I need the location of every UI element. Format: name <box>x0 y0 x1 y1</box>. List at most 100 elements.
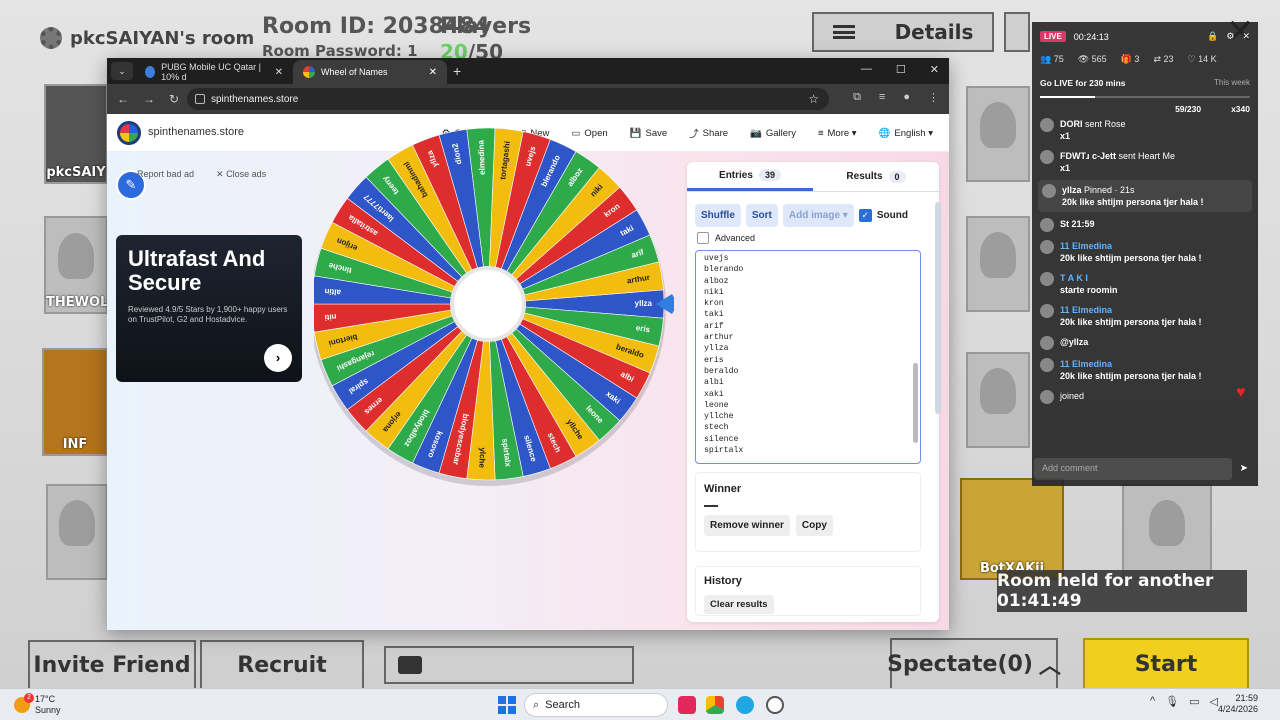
network-icon[interactable]: ▭ <box>1189 695 1199 708</box>
close-window-icon[interactable]: ✕ <box>930 63 939 76</box>
reload-icon[interactable]: ↻ <box>169 92 179 106</box>
tab-bar: ⌄ PUBG Mobile UC Qatar | 10% d ✕ Wheel of… <box>107 58 949 84</box>
sort-button[interactable]: Sort <box>745 204 778 227</box>
wheel-area[interactable]: yllza eris beraldo albi xaki leone yllche stech… <box>314 114 674 630</box>
menu-item-more[interactable]: ≡ More ▾ <box>818 126 857 140</box>
media-icon[interactable]: ≡ <box>879 91 885 104</box>
taskbar-search[interactable]: ⌕ Search <box>524 693 668 717</box>
site-info-icon[interactable] <box>195 94 205 104</box>
details-button[interactable]: Details <box>812 12 994 52</box>
clear-results-button[interactable]: Clear results <box>704 595 774 614</box>
winner-value <box>704 505 718 507</box>
player-slot[interactable] <box>966 86 1030 182</box>
app-icon[interactable] <box>766 696 784 714</box>
settings-icon[interactable]: ⚙ <box>1226 31 1234 42</box>
menu-item-gallery[interactable]: 📷 Gallery <box>750 126 796 140</box>
settings-gear-icon[interactable] <box>40 27 62 49</box>
chat-input[interactable] <box>384 646 634 684</box>
tab-pubg[interactable]: PUBG Mobile UC Qatar | 10% d ✕ <box>135 60 293 84</box>
message-user: T A K I <box>1060 273 1088 283</box>
extensions-icon[interactable]: ⧉ <box>853 91 861 104</box>
report-ad-link[interactable]: Report bad ad <box>137 169 194 180</box>
wheel[interactable]: yllzaerisberaldoalbixakileoneyllchestech… <box>314 114 674 514</box>
send-icon[interactable]: ➤ <box>1240 463 1248 474</box>
copy-button[interactable]: Copy <box>795 515 833 536</box>
entry-line: stech <box>704 423 729 433</box>
back-icon[interactable]: ← <box>117 92 129 106</box>
chrome-icon[interactable] <box>706 696 724 714</box>
menu-item-share[interactable]: ⤴ Share <box>689 126 728 141</box>
maximize-icon[interactable]: ☐ <box>896 63 906 76</box>
player-slot[interactable]: THEWOLF <box>44 216 117 314</box>
details-label: Details <box>894 20 974 44</box>
forward-icon[interactable]: → <box>143 92 155 106</box>
entries-textarea[interactable]: uvejs blerando alboz niki kron taki arif arthur… <box>695 250 921 464</box>
chevron-up-icon[interactable]: ^ <box>1150 695 1155 708</box>
tab-wheel-of-names[interactable]: Wheel of Names ✕ <box>293 60 447 84</box>
top-button-partial[interactable] <box>1004 12 1030 52</box>
app-icon[interactable] <box>678 696 696 714</box>
live-message: joined <box>1032 386 1258 408</box>
site-name[interactable]: spinthenames.store <box>148 126 244 138</box>
invite-friend-button[interactable]: Invite Friend <box>28 640 196 690</box>
sound-checkbox[interactable]: ✓ <box>858 209 872 222</box>
mic-icon[interactable]: 🎙 <box>1165 695 1179 708</box>
close-tab-icon[interactable]: ✕ <box>429 67 437 78</box>
spectate-button[interactable]: Spectate(0) ︿ <box>887 638 1061 690</box>
close-tab-icon[interactable]: ✕ <box>275 67 283 78</box>
profile-icon[interactable]: ● <box>903 91 910 104</box>
weather-widget[interactable]: 2 17°C Sunny <box>14 693 61 716</box>
player-slot[interactable]: BotXAKii <box>960 478 1064 580</box>
textarea-scrollbar[interactable] <box>913 363 918 443</box>
close-ads-label: Close ads <box>226 169 267 179</box>
ad-title: Ultrafast And Secure <box>128 246 266 295</box>
favicon-icon <box>303 66 315 78</box>
comment-input[interactable]: Add comment <box>1034 458 1232 480</box>
new-tab-icon[interactable]: + <box>453 63 461 79</box>
minimize-icon[interactable]: — <box>861 63 872 76</box>
shuffle-button[interactable]: Shuffle <box>695 204 741 227</box>
address-bar[interactable]: spinthenames.store ☆ <box>187 88 829 110</box>
player-slot[interactable]: INF <box>42 348 108 456</box>
ad-card[interactable]: Ultrafast And Secure Reviewed 4.9/5 Star… <box>116 235 302 382</box>
menu-icon: ⤴ <box>689 129 699 140</box>
wheel-center[interactable] <box>450 266 526 342</box>
remove-winner-button[interactable]: Remove winner <box>704 515 790 536</box>
avatar <box>1149 499 1185 546</box>
edge-icon[interactable] <box>736 696 754 714</box>
player-slot[interactable] <box>966 352 1030 448</box>
start-button[interactable]: Start <box>1083 638 1249 690</box>
spectate-label: Spectate(0) <box>887 651 1033 677</box>
player-slot[interactable] <box>966 216 1030 312</box>
message-user: yllza <box>1062 185 1085 195</box>
more-menu-icon[interactable]: ⋮ <box>928 91 939 104</box>
tab-list-icon[interactable]: ⌄ <box>111 62 133 80</box>
player-slot[interactable]: pkcSAIY <box>44 84 108 184</box>
message-text: joined <box>1060 391 1085 401</box>
add-image-button[interactable]: Add image ▾ <box>782 204 854 227</box>
ad-arrow-button[interactable]: › <box>264 344 292 372</box>
advanced-checkbox[interactable] <box>697 232 709 244</box>
live-messages: DORI sent Rose x1 FDWTɹ c-Jett sent Heart … <box>1032 114 1258 408</box>
close-live-icon[interactable]: ✕ <box>1242 31 1250 42</box>
tab-results[interactable]: Results 0 <box>813 162 939 191</box>
player-slot[interactable] <box>46 484 108 580</box>
player-slot[interactable] <box>1122 484 1212 580</box>
wheel-label: niti <box>324 312 337 322</box>
stat-value: 75 <box>1053 54 1064 64</box>
volume-icon[interactable]: ◁ <box>1210 695 1218 708</box>
avatar <box>1042 184 1056 198</box>
menu-item-english[interactable]: 🌐 English ▾ <box>879 126 933 140</box>
site-logo-icon[interactable] <box>117 121 141 145</box>
start-menu-icon[interactable] <box>498 696 516 714</box>
panel-scrollbar[interactable] <box>935 202 941 414</box>
live-stats: 👥 75 👁 565 🎁 3 ⇄ 23 ♡ 14 K <box>1032 51 1258 68</box>
clock-time: 21:59 <box>1235 693 1259 703</box>
tab-entries[interactable]: Entries 39 <box>687 162 813 191</box>
close-ads-link[interactable]: ✕ Close ads <box>216 169 266 180</box>
avatar <box>1040 218 1054 232</box>
recruit-button[interactable]: Recruit <box>200 640 364 690</box>
bookmark-star-icon[interactable]: ☆ <box>808 92 819 106</box>
lock-icon[interactable]: 🔒 <box>1207 31 1218 42</box>
clock[interactable]: 21:59 4/24/2026 <box>1218 693 1258 715</box>
